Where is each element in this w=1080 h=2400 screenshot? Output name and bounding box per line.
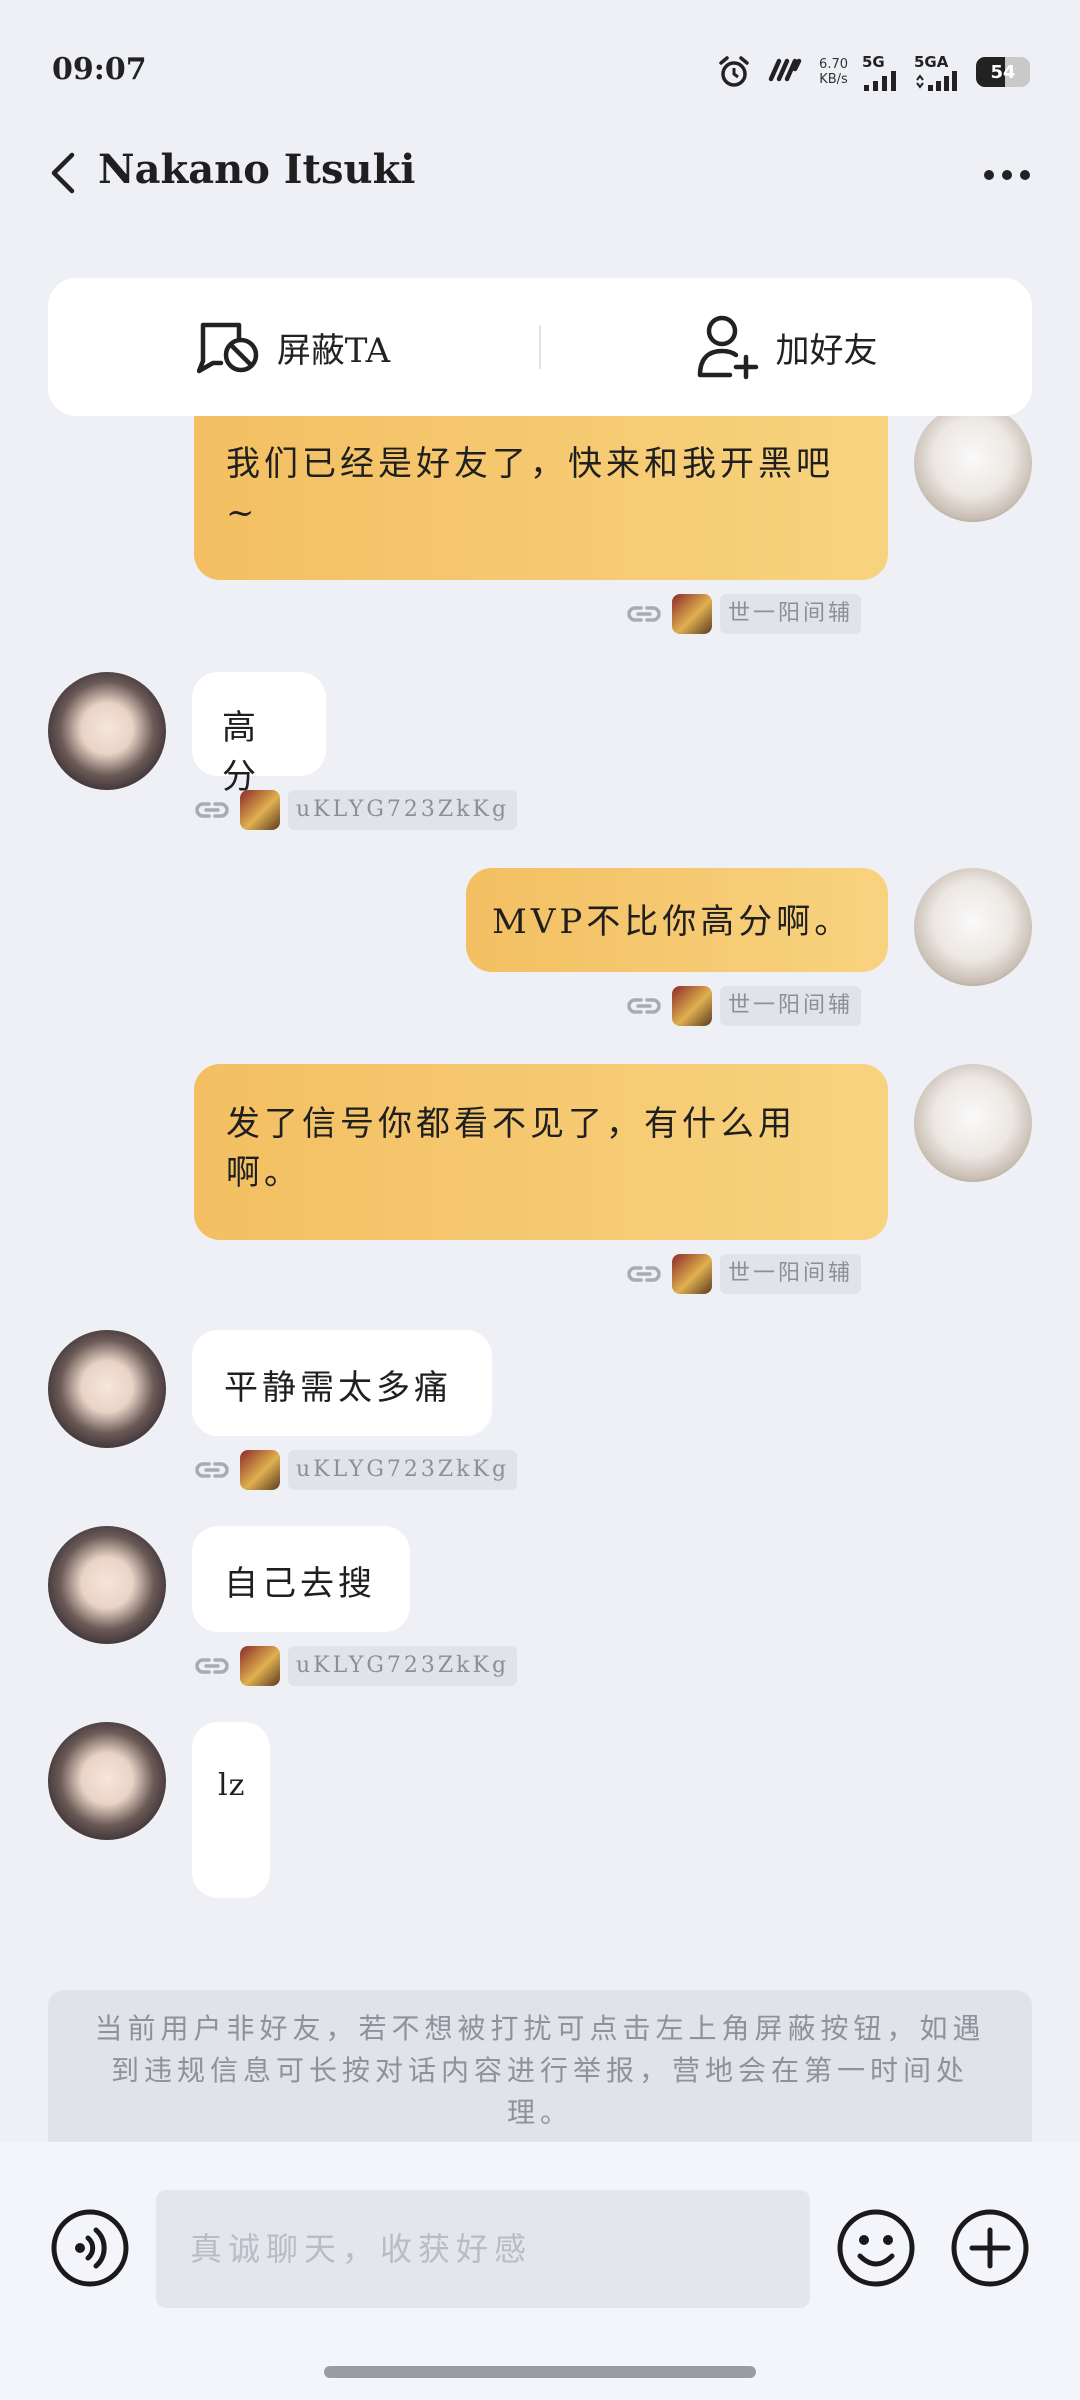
link-icon (624, 1254, 664, 1294)
hero-avatar (240, 790, 280, 830)
link-icon (192, 790, 232, 830)
voice-button[interactable] (50, 2208, 130, 2288)
hero-avatar (672, 594, 712, 634)
message-bubble-outgoing[interactable]: MVP不比你高分啊。 (466, 868, 888, 972)
add-friend-label: 加好友 (775, 330, 878, 371)
hero-avatar (672, 1254, 712, 1294)
message-input[interactable] (156, 2190, 810, 2308)
link-icon (624, 594, 664, 634)
tag-name: uKLYG723ZkKg (288, 1450, 518, 1490)
contact-avatar[interactable] (48, 1330, 166, 1448)
emoji-icon (837, 2209, 915, 2287)
tag-name: 世一阳间辅 (720, 594, 862, 634)
add-friend-button[interactable]: 加好友 (541, 278, 1032, 416)
contact-avatar[interactable] (48, 1722, 166, 1840)
hero-avatar (672, 986, 712, 1026)
input-bar (0, 2142, 1080, 2400)
non-friend-notice: 当前用户非好友，若不想被打扰可点击左上角屏蔽按钮，如遇到违规信息可长按对话内容进… (48, 1990, 1032, 2142)
message-tag: uKLYG723ZkKg (192, 1646, 518, 1686)
my-avatar[interactable] (914, 1064, 1032, 1182)
message-bubble-incoming[interactable]: 自己去搜 (192, 1526, 410, 1632)
more-actions-button[interactable] (950, 2208, 1030, 2288)
add-user-icon (697, 315, 758, 380)
contact-avatar[interactable] (48, 1526, 166, 1644)
block-icon (196, 322, 259, 374)
block-label: 屏蔽TA (276, 330, 391, 371)
friend-action-card: 屏蔽TA 加好友 (48, 278, 1032, 416)
my-avatar[interactable] (914, 404, 1032, 522)
message-bubble-outgoing[interactable]: 我们已经是好友了，快来和我开黑吧~ (194, 400, 888, 580)
tag-name: 世一阳间辅 (720, 1254, 862, 1294)
hero-avatar (240, 1646, 280, 1686)
emoji-button[interactable] (836, 2208, 916, 2288)
message-tag: 世一阳间辅 (624, 986, 862, 1026)
tag-name: uKLYG723ZkKg (288, 1646, 518, 1686)
message-bubble-outgoing[interactable]: 发了信号你都看不见了，有什么用啊。 (194, 1064, 888, 1240)
message-bubble-incoming[interactable]: 平静需太多痛 (192, 1330, 492, 1436)
link-icon (192, 1450, 232, 1490)
message-tag: uKLYG723ZkKg (192, 790, 518, 830)
voice-icon (51, 2209, 129, 2287)
contact-avatar[interactable] (48, 672, 166, 790)
link-icon (624, 986, 664, 1026)
home-indicator[interactable] (324, 2366, 756, 2378)
message-tag: 世一阳间辅 (624, 1254, 862, 1294)
message-tag: uKLYG723ZkKg (192, 1450, 518, 1490)
tag-name: 世一阳间辅 (720, 986, 862, 1026)
block-button[interactable]: 屏蔽TA (48, 278, 539, 416)
hero-avatar (240, 1450, 280, 1490)
message-bubble-incoming[interactable]: 高分 (192, 672, 326, 797)
message-tag: 世一阳间辅 (624, 594, 862, 634)
link-icon (192, 1646, 232, 1686)
plus-icon (951, 2209, 1029, 2287)
my-avatar[interactable] (914, 868, 1032, 986)
tag-name: uKLYG723ZkKg (288, 790, 518, 830)
message-bubble-incoming[interactable]: lz (192, 1722, 270, 1898)
